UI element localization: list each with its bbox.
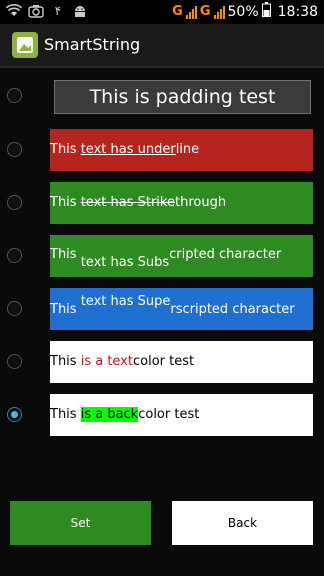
textcolor-test-label: This is a textcolor test [50,341,313,383]
network-type-left: G [172,4,183,19]
option-row-padding[interactable]: This is padding test [0,74,324,118]
app-title: SmartString [44,35,141,54]
underlined-text: text has under [80,142,176,157]
plain-text: line [175,142,200,157]
option-row-strikethrough[interactable]: This text has Strikethrough [0,181,324,225]
app-icon[interactable] [12,32,38,58]
plain-text: through [174,195,227,210]
strikethrough-test-label: This text has Strikethrough [50,182,313,224]
option-row-superscript[interactable]: This text has Superscripted character [0,287,324,331]
status-icons-left: ۴ [6,4,88,18]
superscript-test-label: This text has Superscripted character [50,288,313,330]
option-row-underline[interactable]: This text has underline [0,128,324,172]
wifi-icon [6,4,22,18]
plain-text: color test [132,354,195,369]
plain-text: This [50,407,81,422]
subscript-text: text has Subs [80,255,170,270]
option-row-subscript[interactable]: This text has Subscripted character [0,234,324,278]
status-icons-right: G G 50% 18:38 [172,2,318,21]
colored-text: is a text [80,354,133,369]
subscript-test-label: This text has Subscripted character [50,235,313,277]
camera-icon [28,4,44,18]
highlighted-text: is a back [80,407,139,422]
radio-button[interactable] [7,195,22,210]
option-row-backcolor[interactable]: This is a backcolor test [0,393,324,437]
set-button[interactable]: Set [10,501,151,545]
radio-button[interactable] [7,301,22,316]
plain-text: color test [138,407,200,422]
android-icon [72,4,88,18]
signal-icon [213,5,225,19]
back-button[interactable]: Back [172,501,313,545]
signal-icon [185,5,197,19]
battery-icon [261,2,271,21]
underline-test-label: This text has underline [50,129,313,171]
plain-text: This [50,302,81,317]
radio-button-selected[interactable] [7,407,22,422]
plain-text: This [50,142,81,157]
status-bar: ۴ G G 50% 18:38 [0,0,324,24]
plain-text: rscripted character [170,302,295,317]
radio-button[interactable] [7,248,22,263]
plain-text: This [50,247,81,262]
radio-button[interactable] [7,354,22,369]
plain-text: This [50,354,81,369]
action-bar: SmartString [0,24,324,68]
notification-icon: ۴ [54,4,62,18]
plain-text: cripted character [169,247,282,262]
backcolor-test-label: This is a backcolor test [50,394,313,436]
plain-text: This [50,195,81,210]
battery-percent: 50% [227,3,259,20]
superscript-text: text has Supe [80,294,171,309]
strikethrough-text: text has Strike [80,195,175,210]
padding-test-label: This is padding test [54,80,311,114]
option-row-textcolor[interactable]: This is a textcolor test [0,340,324,384]
radio-button[interactable] [7,88,22,103]
radio-button[interactable] [7,142,22,157]
network-type-right: G [199,4,211,19]
clock: 18:38 [277,3,318,20]
